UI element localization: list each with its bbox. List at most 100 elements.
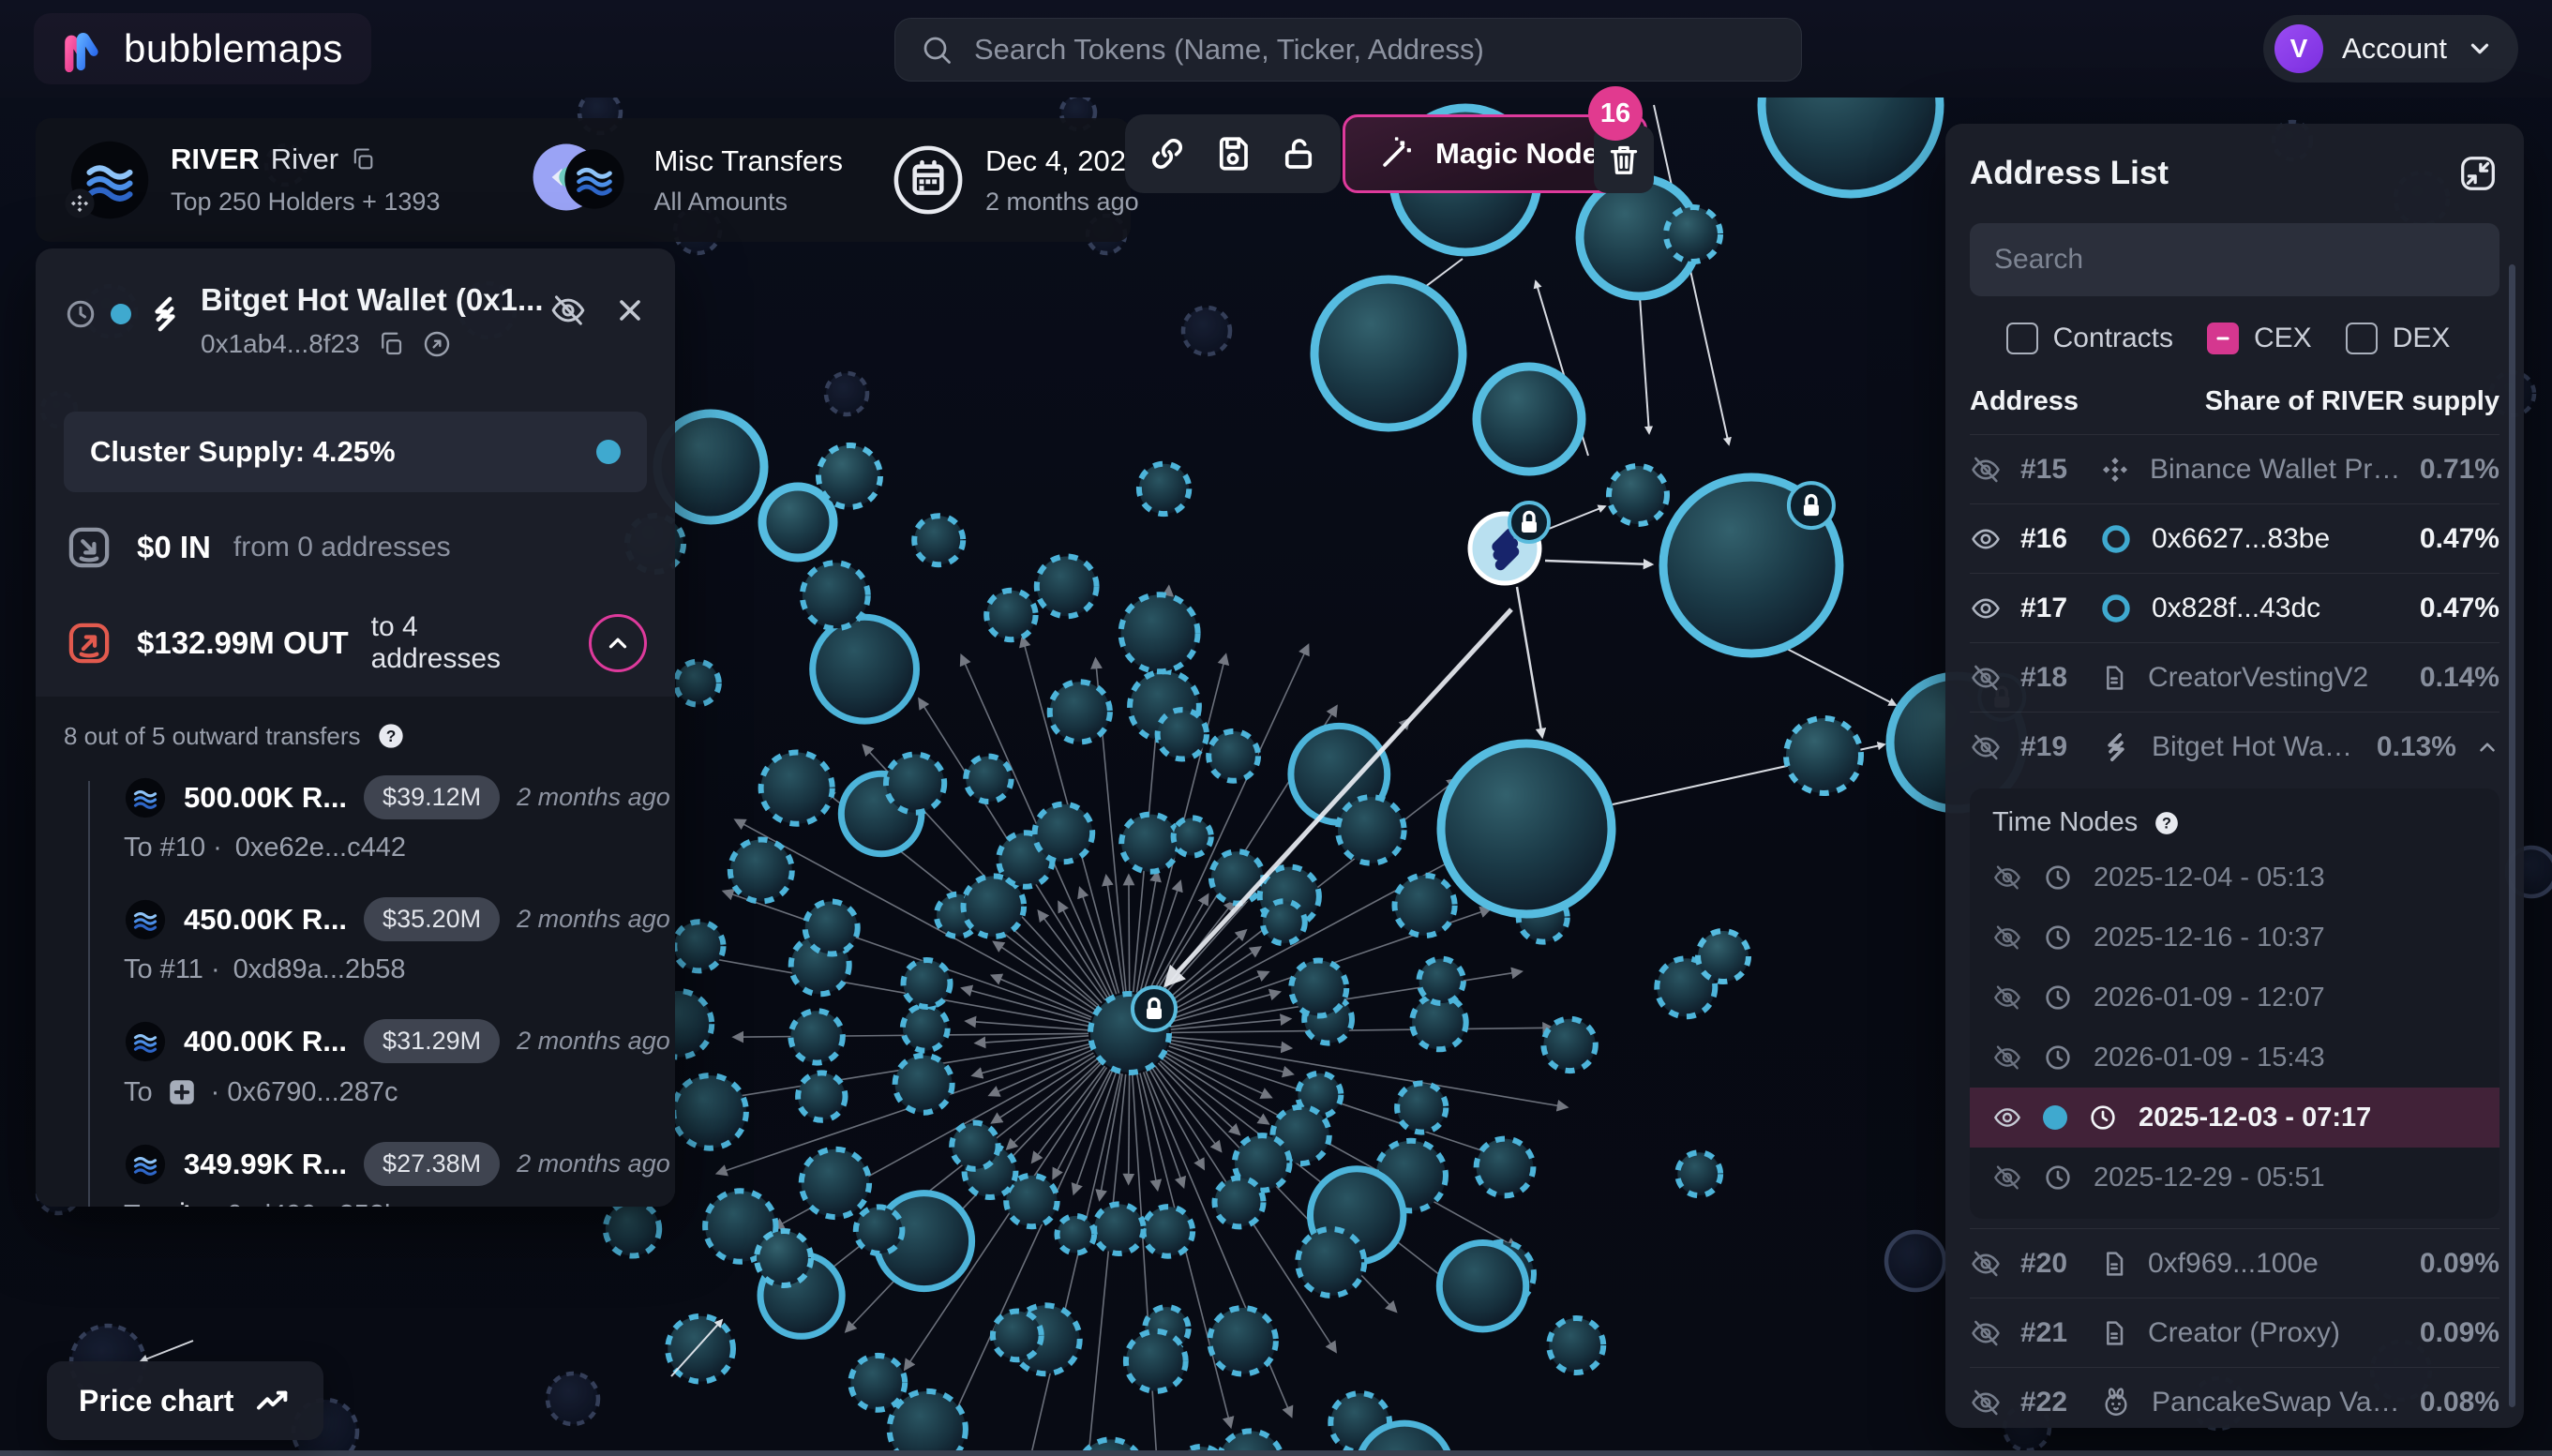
address-search-input[interactable]	[1992, 243, 2477, 277]
holder-bubble[interactable]	[1121, 815, 1178, 872]
holder-bubble[interactable]	[856, 1207, 903, 1253]
eye-icon[interactable]	[1992, 1103, 2022, 1133]
holder-bubble[interactable]	[803, 563, 868, 628]
holder-bubble[interactable]	[802, 1149, 869, 1217]
collapse-transfers-button[interactable]	[589, 614, 647, 672]
holder-bubble[interactable]	[895, 1056, 953, 1113]
holder-bubble[interactable]	[762, 487, 833, 558]
time-node-row-2[interactable]: 2025-12-16 - 10:37	[1970, 908, 2499, 968]
holder-bubble[interactable]	[1314, 279, 1463, 428]
holder-bubble[interactable]	[798, 1073, 845, 1119]
holder-bubble[interactable]	[730, 840, 792, 902]
panel-scrollbar[interactable]	[2509, 264, 2515, 1407]
time-node-row-3[interactable]: 2026-01-09 - 12:07	[1970, 968, 2499, 1028]
holder-bubble[interactable]	[1419, 959, 1464, 1003]
transfer-destination[interactable]: To #11 ·0xd89a...2b58	[124, 954, 647, 985]
save-button[interactable]	[1213, 134, 1253, 173]
eye-off-icon[interactable]	[1992, 923, 2022, 953]
holder-bubble[interactable]	[674, 922, 723, 970]
token-search[interactable]	[894, 18, 1802, 82]
holder-bubble[interactable]	[1126, 1331, 1186, 1391]
chevron-up-icon[interactable]	[2475, 735, 2499, 759]
holder-bubble[interactable]	[1208, 731, 1258, 781]
holder-bubble[interactable]	[1291, 961, 1346, 1016]
holder-bubble[interactable]	[606, 1202, 659, 1255]
holder-bubble[interactable]	[1477, 1139, 1534, 1196]
holder-bubble[interactable]	[986, 591, 1035, 639]
token-summary[interactable]: RIVER River Top 250 Holders + 1393	[45, 118, 507, 242]
transfer-item-1[interactable]: 500.00K R... $39.12M 2 months ago To #10…	[124, 775, 647, 863]
holder-bubble[interactable]	[1215, 1178, 1264, 1226]
address-row-15[interactable]: #15 Binance Wallet Prox... 0.71%	[1970, 434, 2499, 503]
eye-icon[interactable]	[1970, 593, 2002, 624]
holder-bubble[interactable]	[1698, 931, 1749, 982]
holder-bubble[interactable]	[904, 960, 951, 1007]
unlock-button[interactable]	[1279, 134, 1318, 173]
holder-bubble[interactable]	[673, 1075, 746, 1148]
holder-bubble[interactable]	[1006, 1176, 1057, 1226]
time-node-row-4[interactable]: 2026-01-09 - 15:43	[1970, 1028, 2499, 1088]
holder-bubble[interactable]	[1666, 207, 1720, 262]
holder-bubble[interactable]	[1139, 464, 1189, 514]
snapshot-date[interactable]: Dec 4, 2025 2 months ago	[867, 118, 1166, 242]
background-bubble[interactable]	[1183, 308, 1230, 354]
transfer-item-3[interactable]: 400.00K R... $31.29M 2 months ago To· 0x…	[124, 1019, 647, 1108]
holder-bubble[interactable]	[1439, 1243, 1525, 1329]
holder-bubble[interactable]	[914, 516, 963, 564]
hide-wallet-icon[interactable]	[549, 292, 587, 329]
holder-bubble[interactable]	[1441, 743, 1612, 914]
holder-bubble[interactable]	[790, 1011, 842, 1062]
address-search[interactable]	[1970, 223, 2499, 296]
collapse-panel-icon[interactable]	[2456, 152, 2499, 195]
holder-bubble[interactable]	[668, 1316, 733, 1382]
outflow-row[interactable]: $132.99M OUT to 4 addresses	[36, 603, 675, 683]
transfer-destination[interactable]: To· 0x6790...287c	[124, 1076, 647, 1108]
holder-bubble[interactable]	[1477, 367, 1582, 472]
brand-logo[interactable]: bubblemaps	[34, 13, 371, 84]
holder-bubble[interactable]	[676, 662, 719, 705]
address-row-20[interactable]: #20 0xf969...100e 0.09%	[1970, 1228, 2499, 1298]
help-icon[interactable]: ?	[376, 721, 406, 751]
holder-bubble[interactable]	[1144, 1207, 1193, 1256]
holder-bubble[interactable]	[1121, 594, 1198, 671]
copy-icon[interactable]	[350, 146, 376, 173]
holder-bubble[interactable]	[1035, 804, 1093, 863]
holder-bubble[interactable]	[1549, 1318, 1603, 1373]
holder-bubble[interactable]	[993, 1312, 1042, 1360]
holder-bubble[interactable]	[1058, 1216, 1095, 1253]
holder-bubble[interactable]	[966, 757, 1011, 802]
address-row-18[interactable]: #18 CreatorVestingV2 0.14%	[1970, 642, 2499, 712]
holder-bubble[interactable]	[1094, 1204, 1144, 1253]
eye-off-icon[interactable]	[1992, 863, 2022, 893]
holder-bubble[interactable]	[1395, 876, 1455, 936]
time-node-row-6[interactable]: 2025-12-29 - 05:51	[1970, 1148, 2499, 1208]
copy-address-icon[interactable]	[377, 330, 405, 358]
time-node-row-1[interactable]: 2025-12-04 - 05:13	[1970, 848, 2499, 908]
holder-bubble[interactable]	[757, 1231, 811, 1285]
holder-bubble[interactable]	[1158, 710, 1207, 758]
time-node-row-5[interactable]: 2025-12-03 - 07:17	[1970, 1088, 2499, 1148]
checkbox-indeterminate[interactable]	[2207, 323, 2239, 354]
eye-off-icon[interactable]	[1970, 1317, 2002, 1349]
transfer-destination[interactable]: To· 0xd499...252b	[124, 1199, 647, 1207]
external-link-icon[interactable]	[422, 329, 452, 359]
holder-bubble[interactable]	[1211, 851, 1263, 903]
holder-bubble[interactable]	[850, 1356, 905, 1410]
holder-bubble[interactable]	[1609, 466, 1667, 524]
token-search-input[interactable]	[972, 32, 1777, 68]
eye-off-icon[interactable]	[1970, 662, 2002, 694]
background-bubble[interactable]	[548, 1373, 598, 1424]
holder-bubble[interactable]	[1209, 1308, 1276, 1374]
holder-bubble[interactable]	[1786, 718, 1861, 793]
filter-label[interactable]: Contracts	[2053, 323, 2173, 354]
holder-bubble[interactable]	[1677, 1152, 1720, 1195]
eye-icon[interactable]	[1970, 523, 2002, 555]
background-bubble[interactable]	[1886, 1232, 1944, 1290]
eye-off-icon[interactable]	[1992, 1043, 2022, 1073]
eye-off-icon[interactable]	[1992, 1163, 2022, 1193]
holder-bubble[interactable]	[1543, 1019, 1595, 1071]
holder-bubble[interactable]	[1263, 901, 1305, 943]
transfer-item-4[interactable]: 349.99K R... $27.38M 2 months ago To· 0x…	[124, 1142, 647, 1207]
holder-bubble[interactable]	[1397, 1083, 1446, 1132]
help-icon[interactable]: ?	[2153, 809, 2181, 837]
